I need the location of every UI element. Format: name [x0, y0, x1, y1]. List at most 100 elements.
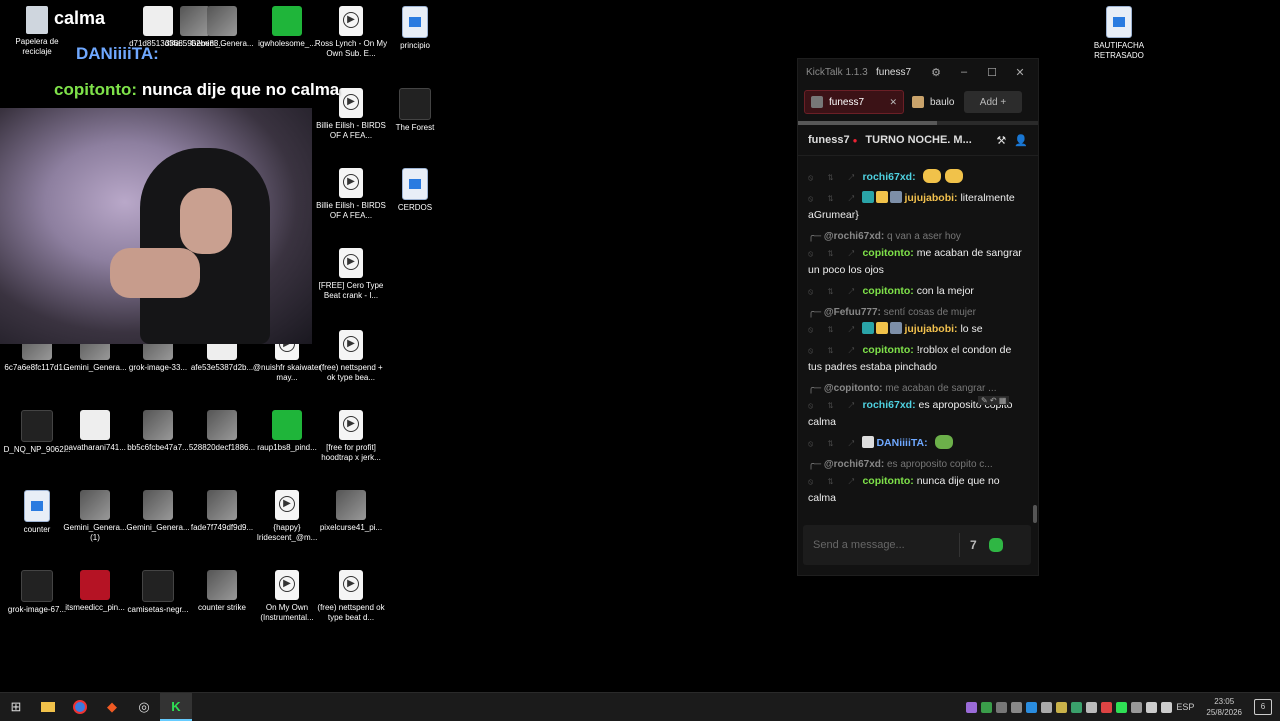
desktop-icon[interactable]: raup1bs8_pind...: [250, 410, 324, 453]
tray-icon[interactable]: [1026, 701, 1038, 713]
maximize-icon[interactable]: ☐: [978, 66, 1006, 79]
message-input[interactable]: [803, 538, 955, 552]
mod-tools-icon[interactable]: ⚒: [996, 134, 1006, 147]
chat-message[interactable]: ⦸ ⇅ ↗ copitonto: !roblox el condon de tus…: [798, 342, 1032, 376]
chat-messages[interactable]: ⦸ ⇅ ↗ rochi67xd: ⦸ ⇅ ↗ jujujabobi: literal…: [798, 169, 1032, 523]
chat-message[interactable]: ⦸ ⇅ ↗ DANiiiiTA:: [798, 435, 1032, 452]
chat-message[interactable]: ⦸ ⇅ ↗ copitonto: nunca dije que no calma: [798, 473, 1032, 507]
clock[interactable]: 23:05 25/8/2026: [1206, 696, 1242, 718]
chrome-icon[interactable]: [64, 693, 96, 721]
message-hover-tools[interactable]: ✎ ↶ ▦: [978, 396, 1010, 405]
chat-username[interactable]: jujujabobi:: [904, 323, 957, 335]
obs-icon[interactable]: ◎: [128, 693, 160, 721]
message-mod-icons[interactable]: ⦸ ⇅ ↗: [808, 439, 860, 448]
desktop-icon[interactable]: 528820decf1886...: [185, 410, 259, 453]
close-tab-icon[interactable]: ✕: [889, 97, 897, 108]
tray-icon[interactable]: [966, 701, 978, 713]
desktop-icon[interactable]: CERDOS: [378, 168, 452, 213]
message-mod-icons[interactable]: ⦸ ⇅ ↗: [808, 173, 860, 182]
reply-reference[interactable]: ╭─ @Fefuu777: sentí cosas de mujer: [798, 304, 1032, 321]
kicktalk-titlebar[interactable]: KickTalk 1.1.3 funess7 ⚙ – ☐ ✕: [798, 59, 1038, 85]
desktop-icon[interactable]: (free) nettspend ok type beat d...: [314, 570, 388, 623]
chat-username[interactable]: DANiiiiTA:: [876, 437, 927, 449]
chat-message[interactable]: ⦸ ⇅ ↗ jujujabobi: lo se: [798, 321, 1032, 338]
tray-icon[interactable]: [1116, 701, 1128, 713]
chat-message[interactable]: ⦸ ⇅ ↗ copitonto: me acaban de sangrar un …: [798, 245, 1032, 279]
message-mod-icons[interactable]: ⦸ ⇅ ↗: [808, 325, 860, 334]
desktop-icon[interactable]: fade7f749df9d9...: [185, 490, 259, 533]
chat-username[interactable]: jujujabobi:: [904, 192, 957, 204]
tray-icon[interactable]: [996, 701, 1008, 713]
message-mod-icons[interactable]: ⦸ ⇅ ↗: [808, 401, 860, 410]
desktop-icon[interactable]: [FREE] Cero Type Beat crank - I...: [314, 248, 388, 301]
desktop-icon[interactable]: pixelcurse41_pi...: [314, 490, 388, 533]
tray-icon[interactable]: [1056, 701, 1068, 713]
reply-user[interactable]: @rochi67xd:: [824, 459, 884, 470]
desktop-icon[interactable]: Billie Eilish - BIRDS OF A FEA...: [314, 168, 388, 221]
desktop-icon[interactable]: camisetas-negr...: [121, 570, 195, 615]
desktop-icon[interactable]: {happy} Iridescent_@m...: [250, 490, 324, 543]
notification-center-icon[interactable]: 6: [1254, 699, 1272, 715]
volume-icon[interactable]: [1161, 701, 1173, 713]
reply-reference[interactable]: ╭─ @copitonto: me acaban de sangrar ...: [798, 380, 1032, 397]
settings-gear-icon[interactable]: ⚙: [922, 66, 950, 79]
kick-emote-icon[interactable]: [988, 538, 1003, 552]
wifi-icon[interactable]: [1146, 701, 1158, 713]
kicktalk-taskbar-icon[interactable]: K: [160, 693, 192, 721]
message-mod-icons[interactable]: ⦸ ⇅ ↗: [808, 249, 860, 258]
desktop-icon[interactable]: Gemini_Genera...: [185, 6, 259, 49]
emote-icon[interactable]: [934, 435, 953, 449]
tray-icon[interactable]: [1131, 701, 1143, 713]
brave-icon[interactable]: ◆: [96, 693, 128, 721]
message-mod-icons[interactable]: ⦸ ⇅ ↗: [808, 346, 860, 355]
desktop-icon[interactable]: On My Own (Instrumental...: [250, 570, 324, 623]
language-indicator[interactable]: ESP: [1176, 702, 1194, 712]
chat-message[interactable]: ⦸ ⇅ ↗ rochi67xd:: [798, 169, 1032, 186]
desktop-icon[interactable]: (free) nettspend + ok type bea...: [314, 330, 388, 383]
reply-user[interactable]: @rochi67xd:: [824, 231, 884, 242]
add-chatroom-button[interactable]: Add +: [964, 91, 1022, 113]
start-windows-icon[interactable]: ⊞: [0, 693, 32, 721]
close-icon[interactable]: ✕: [1006, 66, 1034, 79]
desktop-icon[interactable]: [free for profit] hoodtrap x jerk...: [314, 410, 388, 463]
minimize-icon[interactable]: –: [950, 66, 978, 78]
tray-icon[interactable]: [1011, 701, 1023, 713]
tray-icon[interactable]: [1086, 701, 1098, 713]
reply-user[interactable]: @Fefuu777:: [824, 307, 881, 318]
reply-user[interactable]: @copitonto:: [824, 383, 883, 394]
chat-username[interactable]: rochi67xd:: [862, 399, 915, 411]
desktop-icon[interactable]: bb5c6fcbe47a7...: [121, 410, 195, 453]
chat-username[interactable]: copitonto:: [862, 344, 913, 356]
chat-username[interactable]: copitonto:: [862, 285, 913, 297]
chat-username[interactable]: rochi67xd:: [862, 171, 915, 183]
chat-scrollbar[interactable]: [1033, 505, 1037, 523]
desktop-icon[interactable]: The Forest: [378, 88, 452, 133]
desktop-icon[interactable]: Ross Lynch - On My Own Sub. E...: [314, 6, 388, 59]
message-mod-icons[interactable]: ⦸ ⇅ ↗: [808, 287, 860, 296]
reply-reference[interactable]: ╭─ @rochi67xd: q van a aser hoy: [798, 228, 1032, 245]
reply-reference[interactable]: ╭─ @rochi67xd: es aproposito copito c...: [798, 456, 1032, 473]
tray-icon[interactable]: [1041, 701, 1053, 713]
desktop-icon[interactable]: principio: [378, 6, 452, 51]
tray-icon[interactable]: [1071, 701, 1083, 713]
tab-funess7[interactable]: funess7 ✕: [804, 90, 904, 114]
desktop-icon[interactable]: counter strike: [185, 570, 259, 613]
file-explorer-icon[interactable]: [32, 693, 64, 721]
chat-message[interactable]: ⦸ ⇅ ↗ copitonto: con la mejor: [798, 283, 1032, 300]
tab-baulo[interactable]: baulo: [912, 91, 956, 113]
7tv-emote-icon[interactable]: 7: [970, 538, 977, 552]
channel-name[interactable]: funess7: [808, 134, 850, 146]
user-icon[interactable]: 👤: [1014, 134, 1028, 147]
chat-message[interactable]: ⦸ ⇅ ↗ jujujabobi: literalmente aGrumear}: [798, 190, 1032, 224]
desktop-icon[interactable]: igwholesome_...: [250, 6, 324, 49]
emote-icon[interactable]: [922, 169, 941, 183]
chat-username[interactable]: copitonto:: [862, 247, 913, 259]
tray-icon[interactable]: [981, 701, 993, 713]
emote-icon[interactable]: [944, 169, 963, 183]
tray-icon[interactable]: [1101, 701, 1113, 713]
desktop-icon[interactable]: BAUTIFACHA RETRASADO: [1082, 6, 1156, 61]
message-mod-icons[interactable]: ⦸ ⇅ ↗: [808, 194, 860, 203]
chat-username[interactable]: copitonto:: [862, 475, 913, 487]
desktop-icon[interactable]: Gemini_Genera...: [121, 490, 195, 533]
message-mod-icons[interactable]: ⦸ ⇅ ↗: [808, 477, 860, 486]
